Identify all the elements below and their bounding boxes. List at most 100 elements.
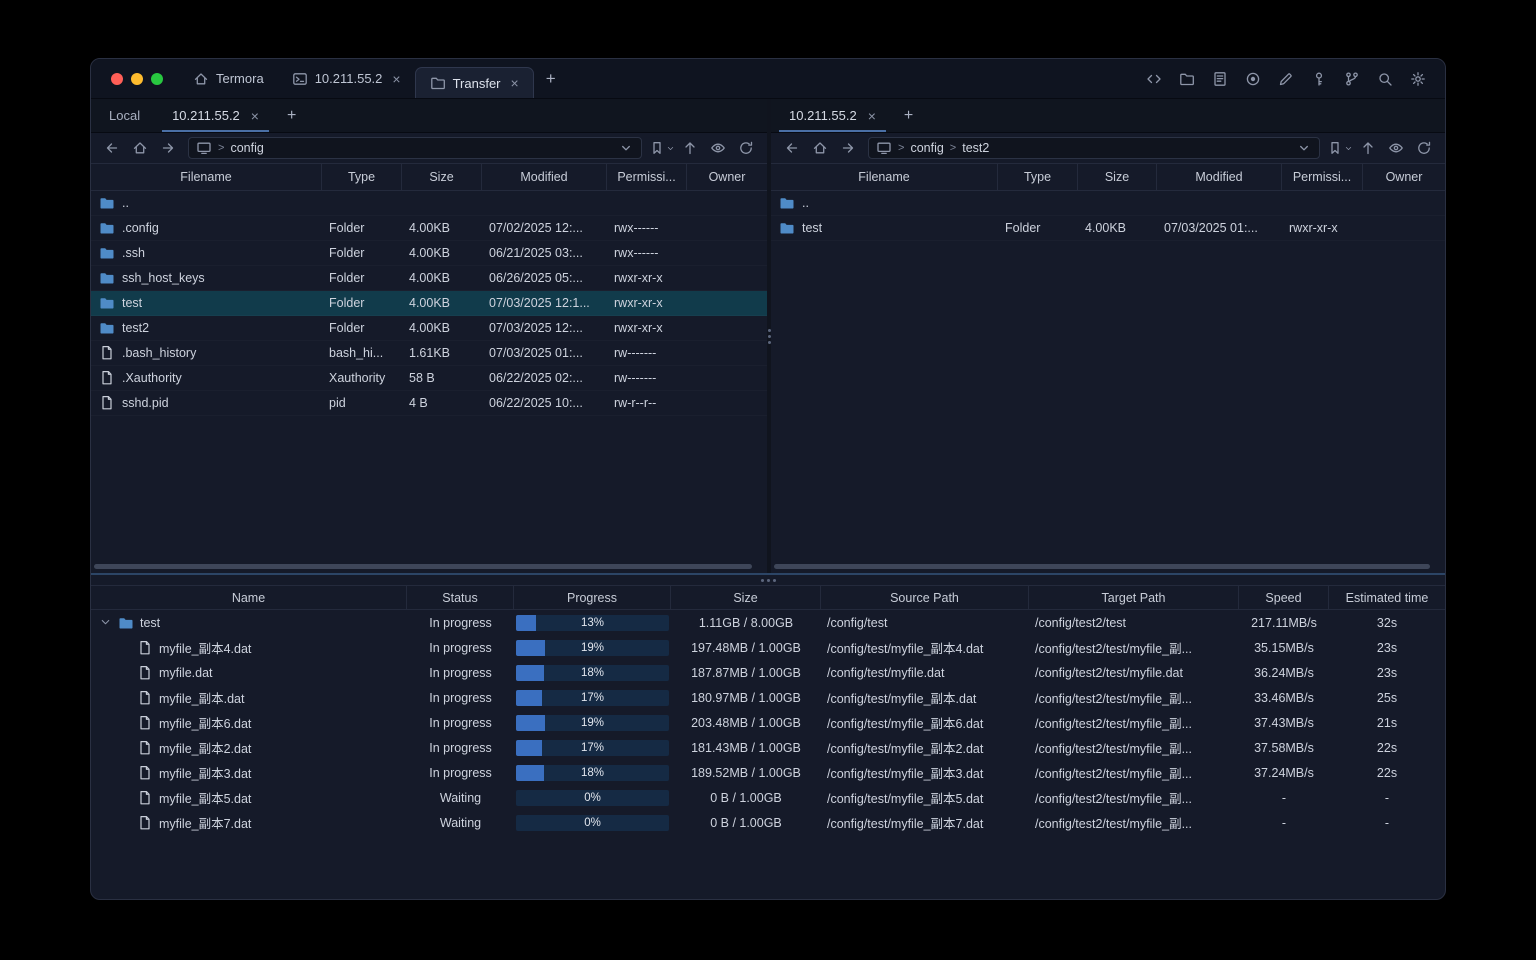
refresh-button[interactable] xyxy=(733,137,759,159)
close-window-button[interactable] xyxy=(111,72,123,85)
transfer-row[interactable]: test In progress 13% 1.11GB / 8.00GB /co… xyxy=(91,610,1445,635)
path-breadcrumb[interactable]: > config xyxy=(188,137,642,159)
column-header-type[interactable]: Type xyxy=(998,164,1078,190)
transfer-row[interactable]: myfile_副本.dat In progress 17% 180.97MB /… xyxy=(91,685,1445,710)
record-button[interactable] xyxy=(1242,68,1264,90)
forward-button[interactable] xyxy=(835,137,861,159)
path-breadcrumb[interactable]: > config > test2 xyxy=(868,137,1320,159)
tab-host-10-211-55-2[interactable]: 10.211.55.2 × xyxy=(278,59,415,98)
bookmark-icon xyxy=(653,142,661,154)
log-button[interactable] xyxy=(1209,68,1231,90)
table-row[interactable]: sshd.pid pid 4 B 06/22/2025 10:... rw-r-… xyxy=(91,391,767,416)
table-row[interactable]: .ssh Folder 4.00KB 06/21/2025 03:... rwx… xyxy=(91,241,767,266)
column-header-filename[interactable]: Filename xyxy=(91,164,322,190)
table-row[interactable]: .. xyxy=(91,191,767,216)
column-header-owner[interactable]: Owner xyxy=(687,164,767,190)
breadcrumb-segment[interactable]: config xyxy=(230,141,263,155)
home-button[interactable] xyxy=(807,137,833,159)
column-header-permissions[interactable]: Permissi... xyxy=(1282,164,1363,190)
tab-remote-10-211-55-2[interactable]: 10.211.55.2 × xyxy=(156,99,275,132)
window-controls xyxy=(91,59,179,98)
scrollbar-thumb[interactable] xyxy=(94,564,753,569)
column-header-target-path[interactable]: Target Path xyxy=(1029,586,1239,609)
column-header-filename[interactable]: Filename xyxy=(771,164,998,190)
scrollbar-thumb[interactable] xyxy=(774,564,1431,569)
new-tab-button[interactable]: + xyxy=(534,59,568,98)
up-directory-button[interactable] xyxy=(677,137,703,159)
transfer-row[interactable]: myfile_副本3.dat In progress 18% 189.52MB … xyxy=(91,760,1445,785)
edit-button[interactable] xyxy=(1275,68,1297,90)
column-header-size[interactable]: Size xyxy=(1078,164,1157,190)
bookmark-button[interactable] xyxy=(649,137,675,159)
horizontal-scrollbar[interactable] xyxy=(774,564,1437,569)
key-button[interactable] xyxy=(1308,68,1330,90)
transfer-row[interactable]: myfile_副本4.dat In progress 19% 197.48MB … xyxy=(91,635,1445,660)
column-header-source-path[interactable]: Source Path xyxy=(821,586,1029,609)
back-button[interactable] xyxy=(99,137,125,159)
column-header-owner[interactable]: Owner xyxy=(1363,164,1445,190)
table-row[interactable]: .config Folder 4.00KB 07/02/2025 12:... … xyxy=(91,216,767,241)
column-header-modified[interactable]: Modified xyxy=(482,164,607,190)
breadcrumb-segment[interactable]: config xyxy=(910,141,943,155)
close-tab-icon[interactable]: × xyxy=(392,71,400,87)
table-row[interactable]: test Folder 4.00KB 07/03/2025 01:... rwx… xyxy=(771,216,1445,241)
branch-button[interactable] xyxy=(1341,68,1363,90)
tab-transfer[interactable]: Transfer × xyxy=(414,67,534,98)
transfer-row[interactable]: myfile_副本2.dat In progress 17% 181.43MB … xyxy=(91,735,1445,760)
chevron-down-icon[interactable] xyxy=(618,140,634,156)
table-row-selected[interactable]: test Folder 4.00KB 07/03/2025 12:1... rw… xyxy=(91,291,767,316)
code-button[interactable] xyxy=(1143,68,1165,90)
new-panel-tab-button[interactable]: + xyxy=(275,99,308,132)
back-button[interactable] xyxy=(779,137,805,159)
close-tab-icon[interactable]: × xyxy=(251,108,259,124)
table-row[interactable]: test2 Folder 4.00KB 07/03/2025 12:... rw… xyxy=(91,316,767,341)
size-cell: 203.48MB / 1.00GB xyxy=(691,715,801,730)
transfer-row[interactable]: myfile_副本6.dat In progress 19% 203.48MB … xyxy=(91,710,1445,735)
tab-local[interactable]: Local xyxy=(93,99,156,132)
up-directory-button[interactable] xyxy=(1355,137,1381,159)
bookmark-button[interactable] xyxy=(1327,137,1353,159)
column-header-speed[interactable]: Speed xyxy=(1239,586,1329,609)
column-header-type[interactable]: Type xyxy=(322,164,402,190)
settings-button[interactable] xyxy=(1407,68,1429,90)
new-panel-tab-button[interactable]: + xyxy=(892,99,925,132)
home-button[interactable] xyxy=(127,137,153,159)
close-tab-icon[interactable]: × xyxy=(511,75,519,91)
column-header-name[interactable]: Name xyxy=(91,586,407,609)
show-hidden-files-button[interactable] xyxy=(705,137,731,159)
chevron-down-icon[interactable] xyxy=(99,616,112,629)
folder-button[interactable] xyxy=(1176,68,1198,90)
column-header-permissions[interactable]: Permissi... xyxy=(607,164,687,190)
column-header-size[interactable]: Size xyxy=(402,164,482,190)
chevron-down-icon[interactable] xyxy=(1296,140,1312,156)
forward-button[interactable] xyxy=(155,137,181,159)
refresh-button[interactable] xyxy=(1411,137,1437,159)
column-header-progress[interactable]: Progress xyxy=(514,586,671,609)
target-path-cell: /config/test2/test/myfile_副... xyxy=(1035,767,1193,781)
transfer-row[interactable]: myfile.dat In progress 18% 187.87MB / 1.… xyxy=(91,660,1445,685)
breadcrumb-segment[interactable]: test2 xyxy=(962,141,989,155)
size-cell: 4.00KB xyxy=(409,246,451,260)
table-row[interactable]: ssh_host_keys Folder 4.00KB 06/26/2025 0… xyxy=(91,266,767,291)
show-hidden-files-button[interactable] xyxy=(1383,137,1409,159)
search-button[interactable] xyxy=(1374,68,1396,90)
target-path-cell: /config/test2/test/myfile_副... xyxy=(1035,792,1193,806)
tab-remote-10-211-55-2[interactable]: 10.211.55.2 × xyxy=(773,99,892,132)
transfer-splitter[interactable] xyxy=(91,575,1445,585)
zoom-window-button[interactable] xyxy=(151,72,163,85)
horizontal-scrollbar[interactable] xyxy=(94,564,759,569)
table-row[interactable]: .bash_history bash_hi... 1.61KB 07/03/20… xyxy=(91,341,767,366)
column-header-estimated-time[interactable]: Estimated time xyxy=(1329,586,1445,609)
target-path-cell: /config/test2/test/myfile_副... xyxy=(1035,692,1193,706)
close-tab-icon[interactable]: × xyxy=(868,108,876,124)
column-header-modified[interactable]: Modified xyxy=(1157,164,1282,190)
minimize-window-button[interactable] xyxy=(131,72,143,85)
column-header-status[interactable]: Status xyxy=(407,586,514,609)
transfer-row[interactable]: myfile_副本5.dat Waiting 0% 0 B / 1.00GB /… xyxy=(91,785,1445,810)
transfer-row[interactable]: myfile_副本7.dat Waiting 0% 0 B / 1.00GB /… xyxy=(91,810,1445,835)
table-row[interactable]: .Xauthority Xauthority 58 B 06/22/2025 0… xyxy=(91,366,767,391)
right-file-panel: 10.211.55.2 × + > config > test2 Filenam… xyxy=(771,99,1445,573)
tab-termora[interactable]: Termora xyxy=(179,59,278,98)
table-row[interactable]: .. xyxy=(771,191,1445,216)
column-header-size[interactable]: Size xyxy=(671,586,821,609)
